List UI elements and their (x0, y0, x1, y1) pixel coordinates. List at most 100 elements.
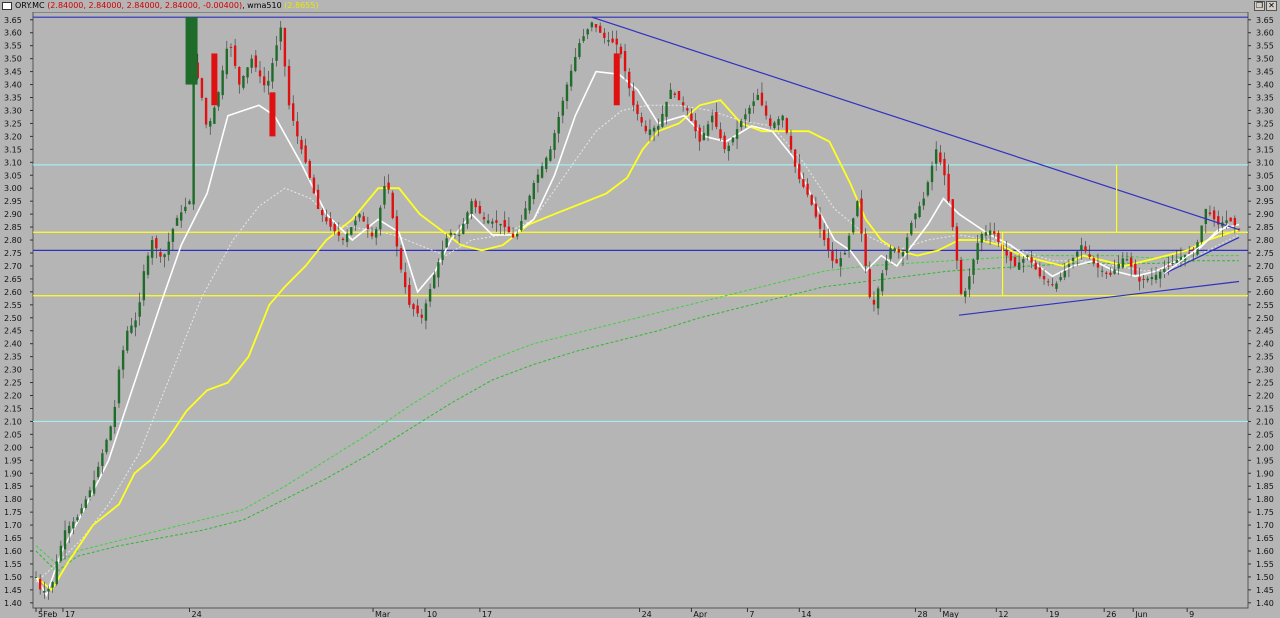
candle-body (1208, 212, 1212, 215)
candle-body (1100, 270, 1104, 272)
candle-body (632, 90, 635, 106)
candle-body (524, 208, 527, 220)
y-tick-label-right: 3.65 (1256, 16, 1274, 25)
candle-body (1212, 210, 1216, 220)
y-tick-label-right: 2.85 (1256, 223, 1274, 232)
candle-body (806, 183, 809, 195)
candle-body (130, 325, 133, 333)
candle-body (304, 145, 307, 163)
candle-body (723, 135, 726, 150)
y-tick-label-left: 3.30 (4, 106, 22, 115)
candle-body (1167, 265, 1170, 267)
candle-body (383, 186, 386, 205)
candle-body (669, 89, 672, 99)
candle-body (661, 113, 664, 127)
y-tick-label-right: 1.50 (1256, 573, 1274, 582)
candle-body (856, 201, 859, 217)
y-tick-label-right: 2.80 (1256, 236, 1274, 245)
candle-body (325, 217, 328, 222)
y-tick-label-left: 2.15 (4, 404, 22, 413)
candle-body (399, 248, 403, 270)
candle-body (250, 58, 253, 68)
y-tick-label-left: 2.00 (4, 443, 22, 452)
y-tick-label-right: 2.70 (1256, 262, 1274, 271)
candle-body (109, 426, 112, 441)
candle-body (893, 248, 896, 252)
y-tick-label-left: 2.75 (4, 249, 22, 258)
candle-body (499, 223, 502, 226)
price-chart[interactable]: 3.65 3.65 3.60 3.60 3.55 3.55 3.50 3.50 3.45 3.45… (0, 0, 1280, 618)
candle-body (1055, 283, 1058, 289)
x-tick-label: 26 (1106, 610, 1116, 618)
candle-body (1034, 262, 1037, 270)
candle-body (640, 117, 643, 123)
candle-body (910, 222, 913, 235)
y-tick-label-left: 2.20 (4, 392, 22, 401)
candle-body (291, 103, 295, 121)
x-tick-label: Feb (43, 610, 57, 618)
candle-body (188, 201, 191, 205)
candle-body (615, 38, 618, 45)
candle-body (1154, 274, 1158, 280)
candle-body (362, 216, 365, 222)
candle-body (1059, 277, 1062, 280)
chart-window-icon (2, 2, 12, 10)
y-tick-label-left: 2.80 (4, 236, 22, 245)
candle-body (1117, 263, 1120, 269)
candle-body (545, 157, 548, 169)
candle-body (55, 561, 58, 585)
candlestick-series (34, 20, 1241, 600)
candle-body (864, 233, 867, 266)
y-tick-label-right: 1.40 (1256, 599, 1274, 608)
y-tick-label-right: 2.00 (1256, 443, 1274, 452)
restore-icon[interactable]: ❐ (1254, 1, 1265, 11)
y-tick-label-left: 1.85 (4, 482, 22, 491)
y-tick-label-right: 2.10 (1256, 417, 1274, 426)
close-icon[interactable]: ✕ (1266, 1, 1277, 11)
candle-body (872, 299, 876, 305)
y-tick-label-left: 3.15 (4, 145, 22, 154)
candle-body (433, 274, 436, 289)
y-tick-label-right: 2.20 (1256, 392, 1274, 401)
candle-body (980, 233, 984, 243)
candle-body (113, 406, 117, 428)
candle-body (1175, 260, 1178, 263)
candle-body (1092, 258, 1096, 263)
y-tick-label-left: 1.95 (4, 456, 22, 465)
candle-body (134, 320, 137, 328)
candle-body (1071, 257, 1075, 262)
candle-body (586, 29, 589, 35)
candle-body (221, 70, 224, 96)
candle-body (760, 92, 764, 106)
candle-body (470, 201, 473, 214)
candle-body (337, 231, 341, 236)
y-tick-label-right: 3.25 (1256, 119, 1274, 128)
y-tick-label-left: 1.50 (4, 573, 22, 582)
y-tick-label-right: 2.25 (1256, 379, 1274, 388)
candle-body (262, 76, 266, 86)
candle-body (885, 260, 888, 271)
candle-body (964, 291, 967, 297)
candle-body (242, 75, 245, 88)
candle-body (229, 46, 233, 48)
candle-body (34, 576, 38, 578)
candle-body (997, 232, 1000, 243)
candle-body (1088, 254, 1091, 258)
candle-body (623, 51, 627, 72)
y-tick-label-left: 2.90 (4, 210, 22, 219)
candle-body (951, 199, 954, 228)
y-tick-label-right: 3.05 (1256, 171, 1274, 180)
candle-body (345, 233, 349, 242)
y-tick-label-left: 1.90 (4, 469, 22, 478)
candle-body (665, 101, 668, 117)
candle-body (881, 273, 884, 292)
candle-body (516, 233, 519, 237)
candle-body (358, 214, 361, 218)
y-tick-label-right: 2.60 (1256, 288, 1274, 297)
candle-body (159, 252, 162, 257)
y-tick-label-left: 2.30 (4, 366, 22, 375)
x-tick-label: Mar (375, 610, 391, 618)
candle-body (1225, 220, 1228, 223)
candle-body (744, 114, 747, 120)
candle-body (511, 233, 515, 238)
